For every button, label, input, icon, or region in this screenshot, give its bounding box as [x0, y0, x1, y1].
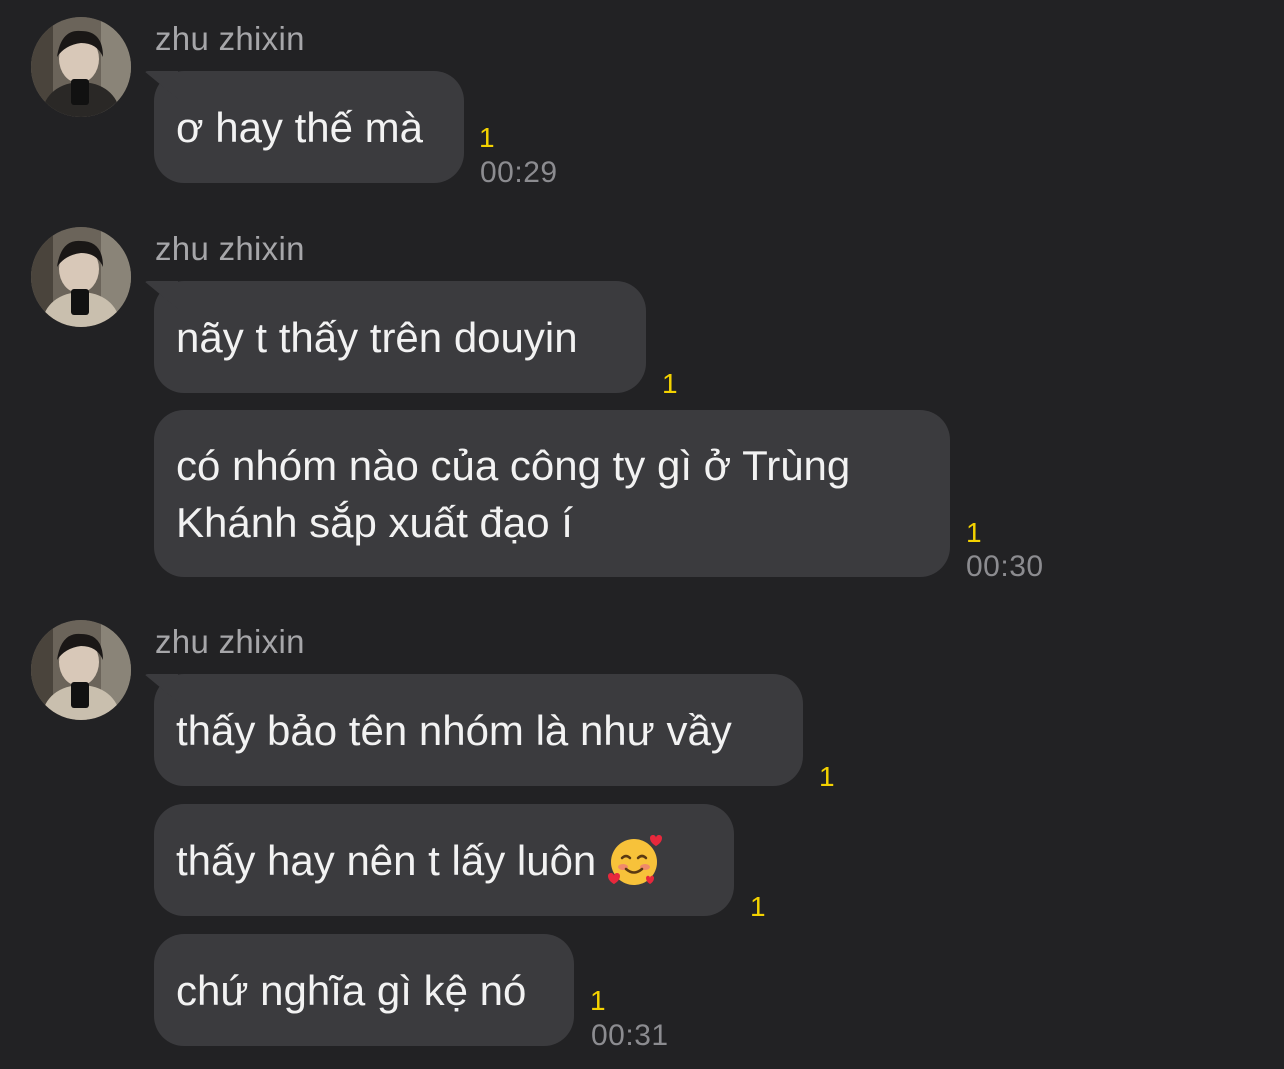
unread-count: 1 [662, 368, 678, 399]
message-bubble[interactable]: thấy hay nên t lấy luôn [154, 804, 734, 916]
sender-name: zhu zhixin [155, 230, 305, 267]
unread-count: 1 [750, 891, 766, 922]
message-bubble[interactable]: thấy bảo tên nhóm là như vầy [154, 674, 803, 786]
unread-count: 1 [590, 985, 606, 1016]
sender-name: zhu zhixin [155, 20, 305, 57]
unread-count: 1 [819, 761, 835, 792]
message-text: ơ hay thế mà [176, 103, 423, 151]
avatar[interactable] [31, 227, 131, 327]
message-time: 00:31 [591, 1019, 669, 1052]
unread-count: 1 [479, 122, 495, 153]
unread-count: 1 [966, 517, 982, 548]
avatar[interactable] [31, 620, 131, 720]
avatar[interactable] [31, 17, 131, 117]
message-time: 00:30 [966, 550, 1044, 583]
message-time: 00:29 [480, 156, 558, 189]
message-text-line: có nhóm nào của công ty gì ở Trùng [176, 442, 851, 489]
smiling-face-with-hearts-emoji [606, 832, 663, 888]
message-bubble[interactable]: chứ nghĩa gì kệ nó [154, 934, 574, 1046]
message-bubble[interactable]: nãy t thấy trên douyin [154, 281, 646, 393]
message-bubble[interactable]: ơ hay thế mà [154, 71, 464, 183]
message-text: thấy bảo tên nhóm là như vầy [176, 706, 732, 754]
chat-screen: zhu zhixin ơ hay thế mà 1 00:29 zhu zhix… [0, 0, 1284, 1069]
message-text: nãy t thấy trên douyin [176, 313, 578, 361]
sender-name: zhu zhixin [155, 623, 305, 660]
message-text-line: Khánh sắp xuất đạo í [176, 499, 573, 546]
message-bubble[interactable]: có nhóm nào của công ty gì ở Trùng Khánh… [154, 410, 950, 577]
message-text: chứ nghĩa gì kệ nó [176, 966, 527, 1014]
message-text: thấy hay nên t lấy luôn [176, 836, 597, 884]
